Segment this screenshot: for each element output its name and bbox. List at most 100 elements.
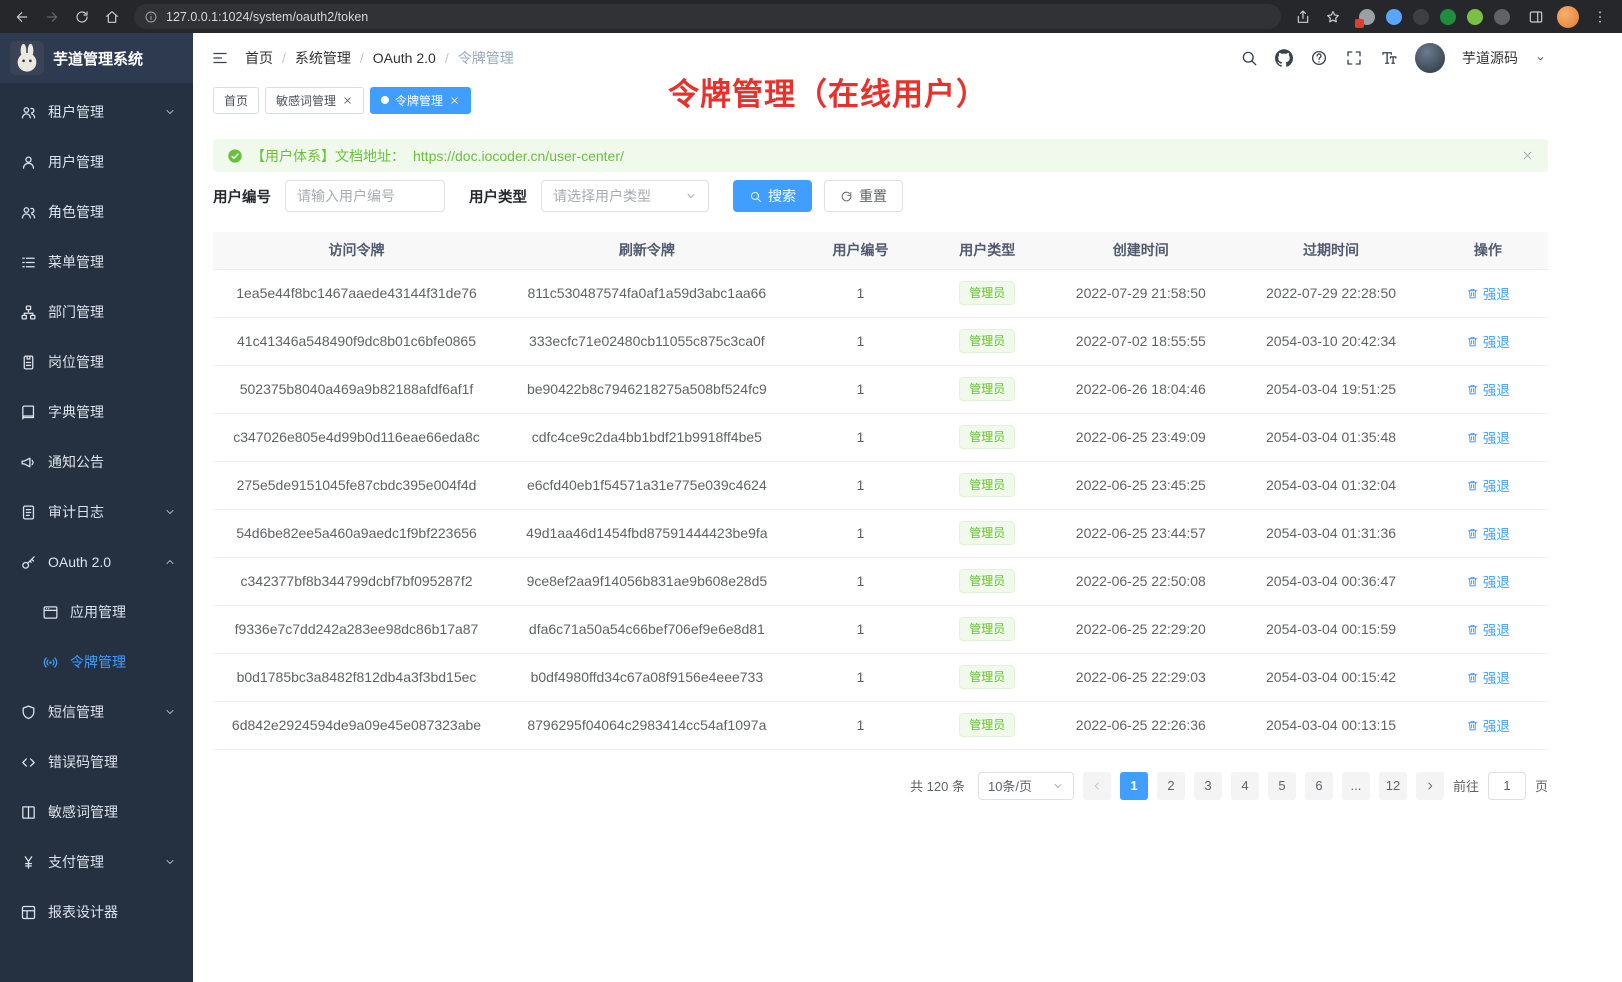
- trash-icon: [1466, 719, 1479, 732]
- force-logout-button[interactable]: 强退: [1466, 427, 1510, 447]
- force-logout-label: 强退: [1483, 715, 1510, 735]
- help-icon[interactable]: [1310, 49, 1328, 67]
- force-logout-button[interactable]: 强退: [1466, 619, 1510, 639]
- sidebar-item[interactable]: 岗位管理: [0, 337, 193, 387]
- goto-page-input[interactable]: [1488, 772, 1526, 800]
- side-panel-icon[interactable]: [1522, 3, 1550, 31]
- tab[interactable]: 首页: [213, 87, 259, 114]
- sidebar-item[interactable]: 报表设计器: [0, 887, 193, 937]
- app-logo[interactable]: 芋道管理系统: [0, 33, 193, 83]
- column-header: 过期时间: [1234, 232, 1428, 269]
- sidebar-item[interactable]: 令牌管理: [0, 637, 193, 687]
- user-id-input[interactable]: [285, 180, 445, 212]
- browser-menu-icon[interactable]: [1586, 3, 1614, 31]
- force-logout-button[interactable]: 强退: [1466, 667, 1510, 687]
- breadcrumb-item[interactable]: 首页: [245, 48, 273, 68]
- force-logout-button[interactable]: 强退: [1466, 475, 1510, 495]
- sidebar-item[interactable]: 角色管理: [0, 187, 193, 237]
- sidebar-menu: 租户管理用户管理角色管理菜单管理部门管理岗位管理字典管理通知公告审计日志 OAut…: [0, 83, 193, 937]
- page-size-value: 10条/页: [988, 776, 1032, 795]
- reset-button[interactable]: 重置: [824, 180, 903, 212]
- sidebar-item[interactable]: 租户管理: [0, 87, 193, 137]
- forward-icon[interactable]: [38, 3, 66, 31]
- page-ellipsis[interactable]: ...: [1342, 772, 1370, 800]
- page-button[interactable]: 5: [1268, 772, 1296, 800]
- page-button[interactable]: 1: [1120, 772, 1148, 800]
- extension-icon[interactable]: [1494, 9, 1510, 25]
- sidebar-item[interactable]: 菜单管理: [0, 237, 193, 287]
- info-icon[interactable]: [144, 10, 158, 24]
- prev-page-button[interactable]: [1083, 772, 1111, 800]
- page-button[interactable]: 3: [1194, 772, 1222, 800]
- page-button[interactable]: 12: [1379, 772, 1407, 800]
- extension-icon[interactable]: [1386, 9, 1402, 25]
- doc-link[interactable]: https://doc.iocoder.cn/user-center/: [413, 148, 624, 164]
- badge-icon: [20, 354, 37, 371]
- caret-down-icon[interactable]: [1535, 53, 1546, 64]
- force-logout-button[interactable]: 强退: [1466, 523, 1510, 543]
- sidebar-item[interactable]: OAuth 2.0: [0, 537, 193, 587]
- sidebar-item[interactable]: 支付管理: [0, 837, 193, 887]
- user-type-select[interactable]: 请选择用户类型: [541, 180, 709, 212]
- close-icon[interactable]: [449, 95, 460, 106]
- sidebar-item[interactable]: 字典管理: [0, 387, 193, 437]
- breadcrumb-item[interactable]: OAuth 2.0: [373, 50, 436, 66]
- sidebar-item[interactable]: 通知公告: [0, 437, 193, 487]
- force-logout-button[interactable]: 强退: [1466, 379, 1510, 399]
- force-logout-button[interactable]: 强退: [1466, 571, 1510, 591]
- sidebar-item[interactable]: 短信管理: [0, 687, 193, 737]
- home-icon[interactable]: [98, 3, 126, 31]
- chevron-down-icon: [1052, 780, 1064, 792]
- github-icon[interactable]: [1275, 49, 1293, 67]
- access-token-cell: 54d6be82ee5a460a9aedc1f9bf223656: [213, 509, 500, 557]
- tab[interactable]: 令牌管理: [370, 87, 471, 114]
- extension-icon[interactable]: [1413, 9, 1429, 25]
- alert-close-icon[interactable]: [1521, 149, 1534, 162]
- fullscreen-icon[interactable]: [1345, 49, 1363, 67]
- sidebar-item-label: 菜单管理: [48, 252, 176, 272]
- user-name[interactable]: 芋道源码: [1462, 48, 1518, 68]
- sidebar-item[interactable]: 应用管理: [0, 587, 193, 637]
- share-icon[interactable]: [1289, 3, 1317, 31]
- bookmark-star-icon[interactable]: [1319, 3, 1347, 31]
- breadcrumb-item[interactable]: 系统管理: [295, 48, 351, 68]
- access-token-cell: b0d1785bc3a8482f812db4a3f3bd15ec: [213, 653, 500, 701]
- tab-label: 敏感词管理: [276, 92, 336, 109]
- search-button[interactable]: 搜索: [733, 180, 812, 212]
- force-logout-button[interactable]: 强退: [1466, 715, 1510, 735]
- page-button[interactable]: 2: [1157, 772, 1185, 800]
- user-id-cell: 1: [794, 365, 928, 413]
- extension-icon[interactable]: [1440, 9, 1456, 25]
- sidebar-item[interactable]: 敏感词管理: [0, 787, 193, 837]
- success-check-icon: [227, 148, 243, 164]
- font-size-icon[interactable]: [1380, 49, 1398, 67]
- sidebar-item[interactable]: 用户管理: [0, 137, 193, 187]
- back-icon[interactable]: [8, 3, 36, 31]
- search-button-label: 搜索: [768, 186, 796, 206]
- force-logout-button[interactable]: 强退: [1466, 331, 1510, 351]
- page-button[interactable]: 6: [1305, 772, 1333, 800]
- search-icon[interactable]: [1240, 49, 1258, 67]
- collapse-menu-icon[interactable]: [211, 49, 229, 67]
- next-page-button[interactable]: [1416, 772, 1444, 800]
- browser-profile-avatar[interactable]: [1557, 6, 1579, 28]
- page-size-select[interactable]: 10条/页: [978, 772, 1074, 800]
- extension-icon[interactable]: [1359, 9, 1375, 25]
- header: 首页/系统管理/OAuth 2.0/令牌管理 芋道源码: [193, 33, 1622, 83]
- tab[interactable]: 敏感词管理: [265, 87, 364, 114]
- info-alert: 【用户体系】文档地址： https://doc.iocoder.cn/user-…: [213, 139, 1548, 172]
- sidebar-item[interactable]: 部门管理: [0, 287, 193, 337]
- extension-icon[interactable]: [1467, 9, 1483, 25]
- sidebar-item[interactable]: 审计日志: [0, 487, 193, 537]
- page-button[interactable]: 4: [1231, 772, 1259, 800]
- created-time-cell: 2022-06-25 22:50:08: [1047, 557, 1234, 605]
- force-logout-button[interactable]: 强退: [1466, 283, 1510, 303]
- user-avatar[interactable]: [1415, 43, 1445, 73]
- chevron-down-icon: [164, 106, 176, 118]
- reload-icon[interactable]: [68, 3, 96, 31]
- sidebar-item-label: OAuth 2.0: [48, 554, 164, 570]
- sidebar-item[interactable]: 错误码管理: [0, 737, 193, 787]
- close-icon[interactable]: [342, 95, 353, 106]
- address-bar[interactable]: 127.0.0.1:1024/system/oauth2/token: [134, 4, 1281, 29]
- expire-time-cell: 2054-03-04 00:15:42: [1234, 653, 1428, 701]
